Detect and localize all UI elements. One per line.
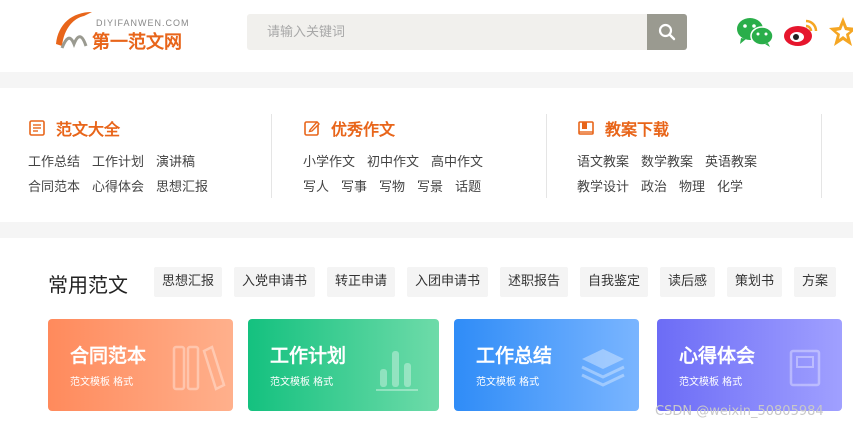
tag-link[interactable]: 转正申请	[327, 267, 396, 297]
search-input[interactable]	[247, 14, 647, 50]
category-panel: 范文大全 工作总结 工作计划 演讲稿 合同范本 心得体会 思想汇报 优秀作文 小学作文初…	[0, 88, 853, 222]
edit-icon	[304, 120, 320, 136]
weibo-link[interactable]	[782, 14, 820, 50]
card-title: 工作总结	[476, 345, 553, 367]
book-icon	[578, 121, 594, 135]
column-divider	[546, 114, 547, 198]
search-bar	[247, 14, 687, 50]
tag-link[interactable]: 思想汇报	[154, 267, 223, 297]
tag-link[interactable]: 自我鉴定	[580, 267, 649, 297]
wechat-link[interactable]	[735, 14, 775, 50]
tag-link[interactable]: 策划书	[727, 267, 783, 297]
logo-name-text: 第一范文网	[92, 32, 182, 53]
card-title: 合同范本	[70, 345, 147, 367]
category-links-row2: 写人 写事 写物 写景 话题	[303, 176, 493, 195]
card-contract[interactable]: 合同范本 范文模板 格式	[48, 319, 233, 411]
category-title-text: 范文大全	[56, 120, 121, 139]
category-link[interactable]: 写景	[417, 180, 443, 195]
notebook-icon	[789, 349, 821, 387]
watermark-text: CSDN @weixin_50805984	[655, 404, 824, 419]
tag-link[interactable]: 入党申请书	[234, 267, 316, 297]
tag-link[interactable]: 述职报告	[500, 267, 569, 297]
site-header: DIYIFANWEN.COM 第一范文网	[0, 0, 853, 72]
card-title: 心得体会	[679, 345, 756, 367]
favorite-link[interactable]	[828, 14, 853, 50]
category-title-text: 教案下载	[605, 120, 670, 139]
category-link[interactable]: 高中作文	[431, 155, 483, 170]
tag-link[interactable]: 方案	[794, 267, 837, 297]
weibo-icon	[784, 19, 818, 46]
category-links-row1: 工作总结 工作计划 演讲稿	[28, 151, 207, 170]
category-link[interactable]: 写人	[303, 180, 329, 195]
category-title-text: 优秀作文	[331, 120, 396, 139]
category-link[interactable]: 合同范本	[28, 180, 80, 195]
card-subtitle: 范文模板 格式	[679, 377, 743, 388]
category-link[interactable]: 英语教案	[705, 155, 757, 170]
logo-domain-text: DIYIFANWEN.COM	[96, 18, 190, 28]
category-link[interactable]: 演讲稿	[156, 155, 195, 170]
card-title: 工作计划	[270, 345, 347, 367]
search-button[interactable]	[647, 14, 687, 50]
category-link[interactable]: 小学作文	[303, 155, 355, 170]
category-title[interactable]: 优秀作文	[303, 116, 395, 140]
common-section: 常用范文 思想汇报 入党申请书 转正申请 入团申请书 述职报告 自我鉴定 读后感…	[0, 238, 853, 430]
category-link[interactable]: 工作总结	[28, 155, 80, 170]
category-zuowen: 优秀作文 小学作文 初中作文 高中作文 写人 写事 写物 写景 话题	[303, 88, 543, 222]
wechat-icon	[737, 18, 774, 47]
card-work-summary[interactable]: 工作总结 范文模板 格式	[454, 319, 639, 411]
tag-link[interactable]: 入团申请书	[407, 267, 489, 297]
category-links-row1: 语文教案 数学教案 英语教案	[577, 151, 769, 170]
category-link[interactable]: 写物	[379, 180, 405, 195]
site-logo[interactable]: DIYIFANWEN.COM 第一范文网	[52, 4, 202, 54]
bar-chart-icon	[376, 351, 418, 391]
column-divider	[821, 114, 822, 198]
category-link[interactable]: 工作计划	[92, 155, 144, 170]
column-divider	[271, 114, 272, 198]
card-work-plan[interactable]: 工作计划 范文模板 格式	[248, 319, 439, 411]
category-link[interactable]: 政治	[641, 180, 667, 195]
star-icon	[829, 17, 853, 46]
tag-link[interactable]: 读后感	[660, 267, 716, 297]
category-link[interactable]: 物理	[679, 180, 705, 195]
category-links-row2: 合同范本 心得体会 思想汇报	[28, 176, 220, 195]
layers-icon	[581, 349, 625, 387]
category-title[interactable]: 教案下载	[577, 116, 669, 140]
card-subtitle: 范文模板 格式	[70, 377, 134, 388]
card-experience[interactable]: 心得体会 范文模板 格式	[657, 319, 842, 411]
section-title: 常用范文	[48, 273, 128, 297]
document-list-icon	[29, 120, 45, 136]
books-icon	[172, 345, 226, 391]
category-link[interactable]: 初中作文	[367, 155, 419, 170]
category-fanwen: 范文大全 工作总结 工作计划 演讲稿 合同范本 心得体会 思想汇报	[28, 88, 268, 222]
category-title[interactable]: 范文大全	[28, 116, 120, 140]
category-link[interactable]: 写事	[341, 180, 367, 195]
category-links-row1: 小学作文 初中作文 高中作文	[303, 151, 495, 170]
category-link[interactable]: 思想汇报	[156, 180, 208, 195]
card-subtitle: 范文模板 格式	[476, 377, 540, 388]
category-jiaoan: 教案下载 语文教案 数学教案 英语教案 教学设计 政治 物理 化学	[577, 88, 817, 222]
category-links-row2: 教学设计 政治 物理 化学	[577, 176, 755, 195]
category-link[interactable]: 化学	[717, 180, 743, 195]
search-icon	[658, 23, 676, 41]
category-link[interactable]: 数学教案	[641, 155, 693, 170]
category-link[interactable]: 话题	[455, 180, 481, 195]
category-link[interactable]: 教学设计	[577, 180, 629, 195]
category-link[interactable]: 心得体会	[92, 180, 144, 195]
page: DIYIFANWEN.COM 第一范文网 请输入关键词 范文大全 工作总结 工作…	[0, 0, 853, 430]
category-link[interactable]: 语文教案	[577, 155, 629, 170]
card-subtitle: 范文模板 格式	[270, 377, 334, 388]
